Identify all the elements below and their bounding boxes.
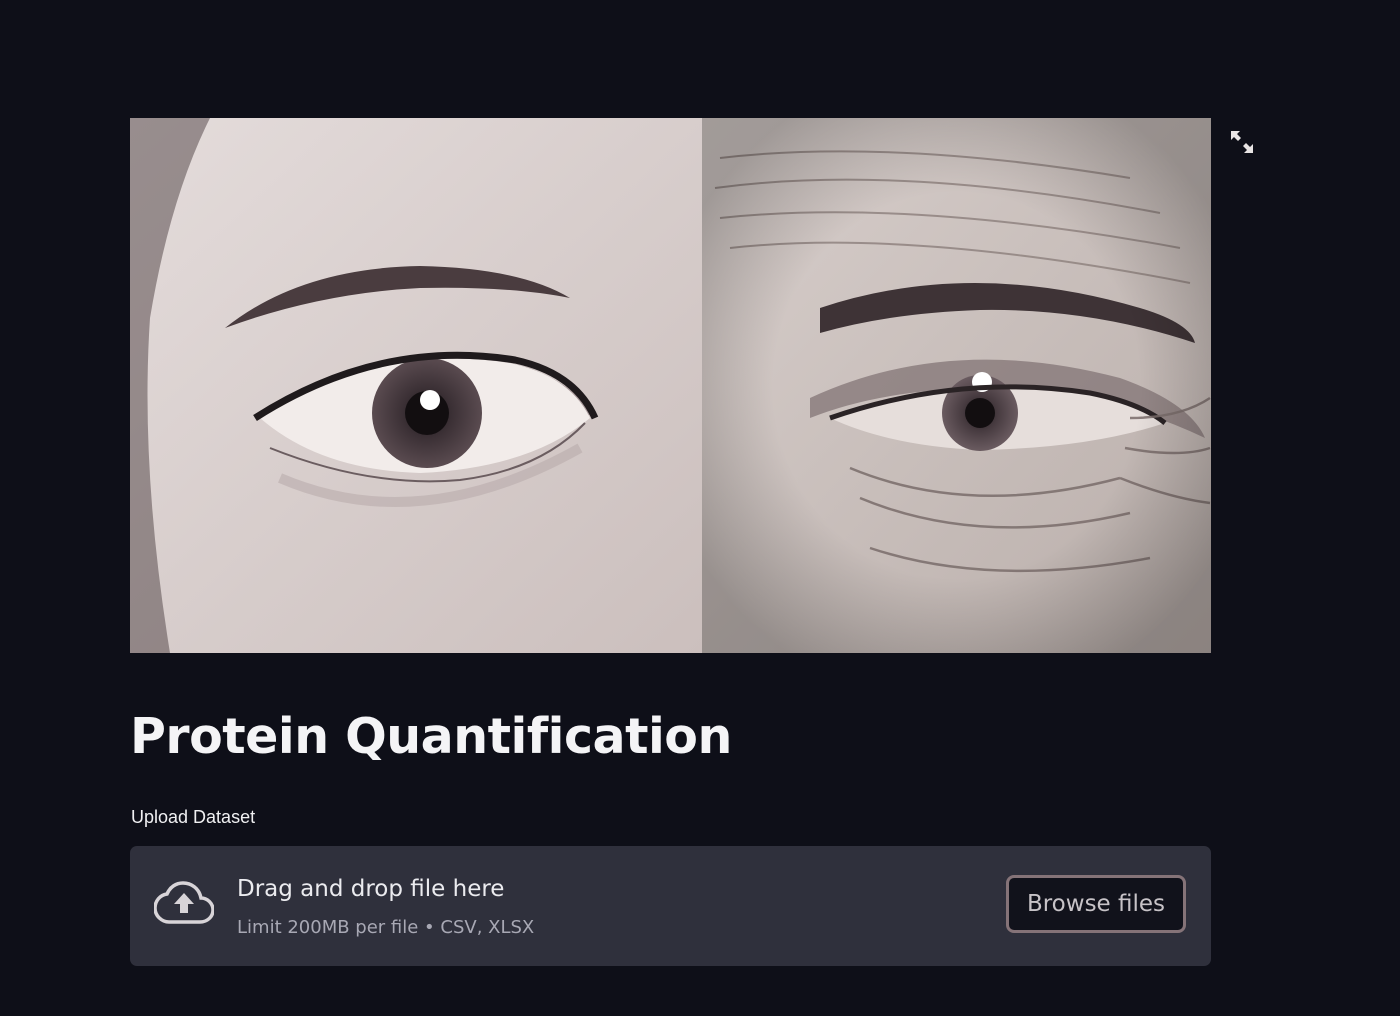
fullscreen-button[interactable] xyxy=(1228,128,1256,156)
page-title: Protein Quantification xyxy=(130,708,732,765)
hero-image xyxy=(130,118,1211,653)
dropzone-title: Drag and drop file here xyxy=(237,876,505,902)
hero-eyes-illustration xyxy=(130,118,1211,653)
file-dropzone[interactable]: Drag and drop file here Limit 200MB per … xyxy=(130,846,1211,966)
cloud-upload-icon xyxy=(154,881,214,924)
dropzone-subtitle: Limit 200MB per file • CSV, XLSX xyxy=(237,917,535,938)
expand-icon xyxy=(1231,131,1253,153)
upload-label: Upload Dataset xyxy=(131,807,256,827)
browse-files-button[interactable]: Browse files xyxy=(1006,875,1186,933)
app-page: Protein Quantification Upload Dataset Dr… xyxy=(0,0,1400,1016)
